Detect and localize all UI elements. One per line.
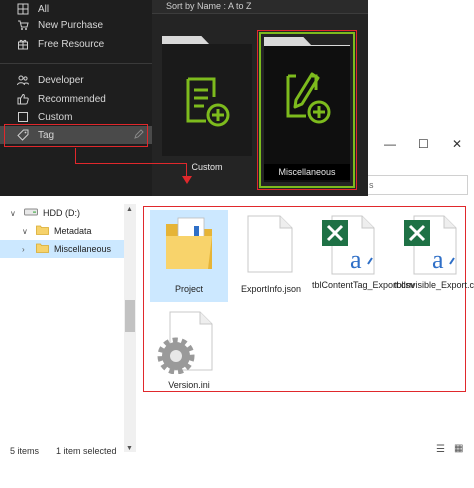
card-miscellaneous[interactable]: Miscellaneous (257, 30, 357, 190)
sidebar-item-free-resource[interactable]: Free Resource (0, 35, 152, 53)
tree-label: Metadata (54, 226, 92, 236)
sidebar-item-label: Recommended (38, 93, 106, 105)
svg-text:a: a (432, 245, 444, 274)
thumbs-up-icon (16, 92, 30, 106)
connector-line (75, 148, 76, 164)
settings-file-icon (157, 311, 213, 374)
sidebar-item-label: All (38, 3, 50, 15)
file-item-tblinvisible[interactable]: a tblInvisible_Export.csv (394, 210, 474, 302)
selection-count: 1 item selected (56, 446, 117, 456)
status-bar: 5 items 1 item selected ☰ ▦ (0, 440, 474, 460)
svg-text:a: a (350, 245, 362, 274)
tag-highlight-outline (4, 124, 148, 147)
file-name: tblInvisible_Export.csv (394, 280, 474, 290)
grid-icon (16, 2, 30, 16)
tree-item-miscellaneous[interactable]: › Miscellaneous (0, 240, 124, 258)
file-item-exportinfo[interactable]: ExportInfo.json (232, 210, 310, 302)
close-icon[interactable]: ✕ (452, 137, 462, 151)
maximize-icon[interactable]: ☐ (418, 137, 429, 151)
chevron-down-icon[interactable]: ∨ (22, 227, 36, 236)
file-name: Project (174, 284, 203, 294)
sort-label: Sort by Name : A to Z (166, 1, 252, 11)
document-plus-icon (186, 77, 230, 127)
chevron-down-icon[interactable]: ∨ (10, 209, 24, 218)
details-view-icon[interactable]: ☰ (436, 444, 445, 455)
scrollbar-thumb[interactable] (125, 300, 135, 332)
scroll-up-icon[interactable]: ▲ (126, 206, 133, 213)
people-icon (16, 73, 30, 87)
sort-bar[interactable]: Sort by Name : A to Z (152, 0, 368, 14)
file-name: ExportInfo.json (240, 284, 302, 294)
sidebar-item-label: Custom (38, 111, 73, 123)
gift-icon (16, 37, 30, 51)
tree-scrollbar[interactable]: ▲ ▼ (124, 204, 136, 452)
document-icon (247, 215, 293, 273)
explorer-body: ∨ HDD (D:) ∨ Metadata › Miscellaneous ▲ … (0, 196, 474, 488)
card-body: Miscellaneous (264, 46, 350, 182)
minimize-icon[interactable]: — (384, 137, 396, 151)
tree-item-metadata[interactable]: ∨ Metadata (0, 222, 124, 240)
file-item-tblcontenttag[interactable]: a tblContentTag_Export.csv (312, 210, 415, 302)
chevron-right-icon[interactable]: › (22, 245, 36, 254)
arrow-down-icon (182, 176, 192, 184)
large-icons-view-icon[interactable]: ▦ (454, 443, 463, 454)
document-edit-plus-icon (286, 72, 331, 124)
folder-icon (36, 243, 49, 255)
file-item-project[interactable]: Project (150, 210, 228, 302)
connector-line (75, 163, 187, 164)
file-name: Version.ini (168, 380, 210, 390)
tree-label: Miscellaneous (54, 244, 112, 254)
connector-line (186, 163, 187, 177)
sidebar-item-label: Developer (38, 74, 84, 86)
folder-tab (264, 37, 312, 46)
file-item-version[interactable]: Version.ini (150, 308, 228, 400)
sidebar-item-developer[interactable]: Developer (0, 71, 152, 89)
app-window: All New Purchase Free Resource Developer (0, 0, 368, 196)
sidebar-divider (0, 63, 152, 64)
excel-csv-icon: a (322, 215, 375, 275)
excel-csv-icon: a (404, 215, 457, 275)
sidebar-item-new-purchase[interactable]: New Purchase (0, 16, 152, 34)
folder-icon (166, 217, 212, 269)
sidebar-item-label: Free Resource (38, 38, 105, 50)
sidebar-item-recommended[interactable]: Recommended (0, 90, 152, 108)
sidebar: All New Purchase Free Resource Developer (0, 0, 152, 196)
item-count: 5 items (10, 446, 40, 456)
file-name: tblContentTag_Export.csv (312, 280, 415, 290)
card-body (162, 44, 252, 156)
card-custom[interactable]: Custom (162, 36, 252, 176)
card-label: Miscellaneous (264, 164, 350, 180)
drive-icon (24, 207, 38, 219)
sidebar-item-label: New Purchase (38, 19, 104, 31)
cart-icon (16, 18, 30, 32)
square-icon (16, 110, 30, 124)
tree-item-hdd[interactable]: ∨ HDD (D:) (0, 204, 124, 222)
folder-icon (36, 225, 49, 237)
tree-label: HDD (D:) (43, 208, 80, 218)
